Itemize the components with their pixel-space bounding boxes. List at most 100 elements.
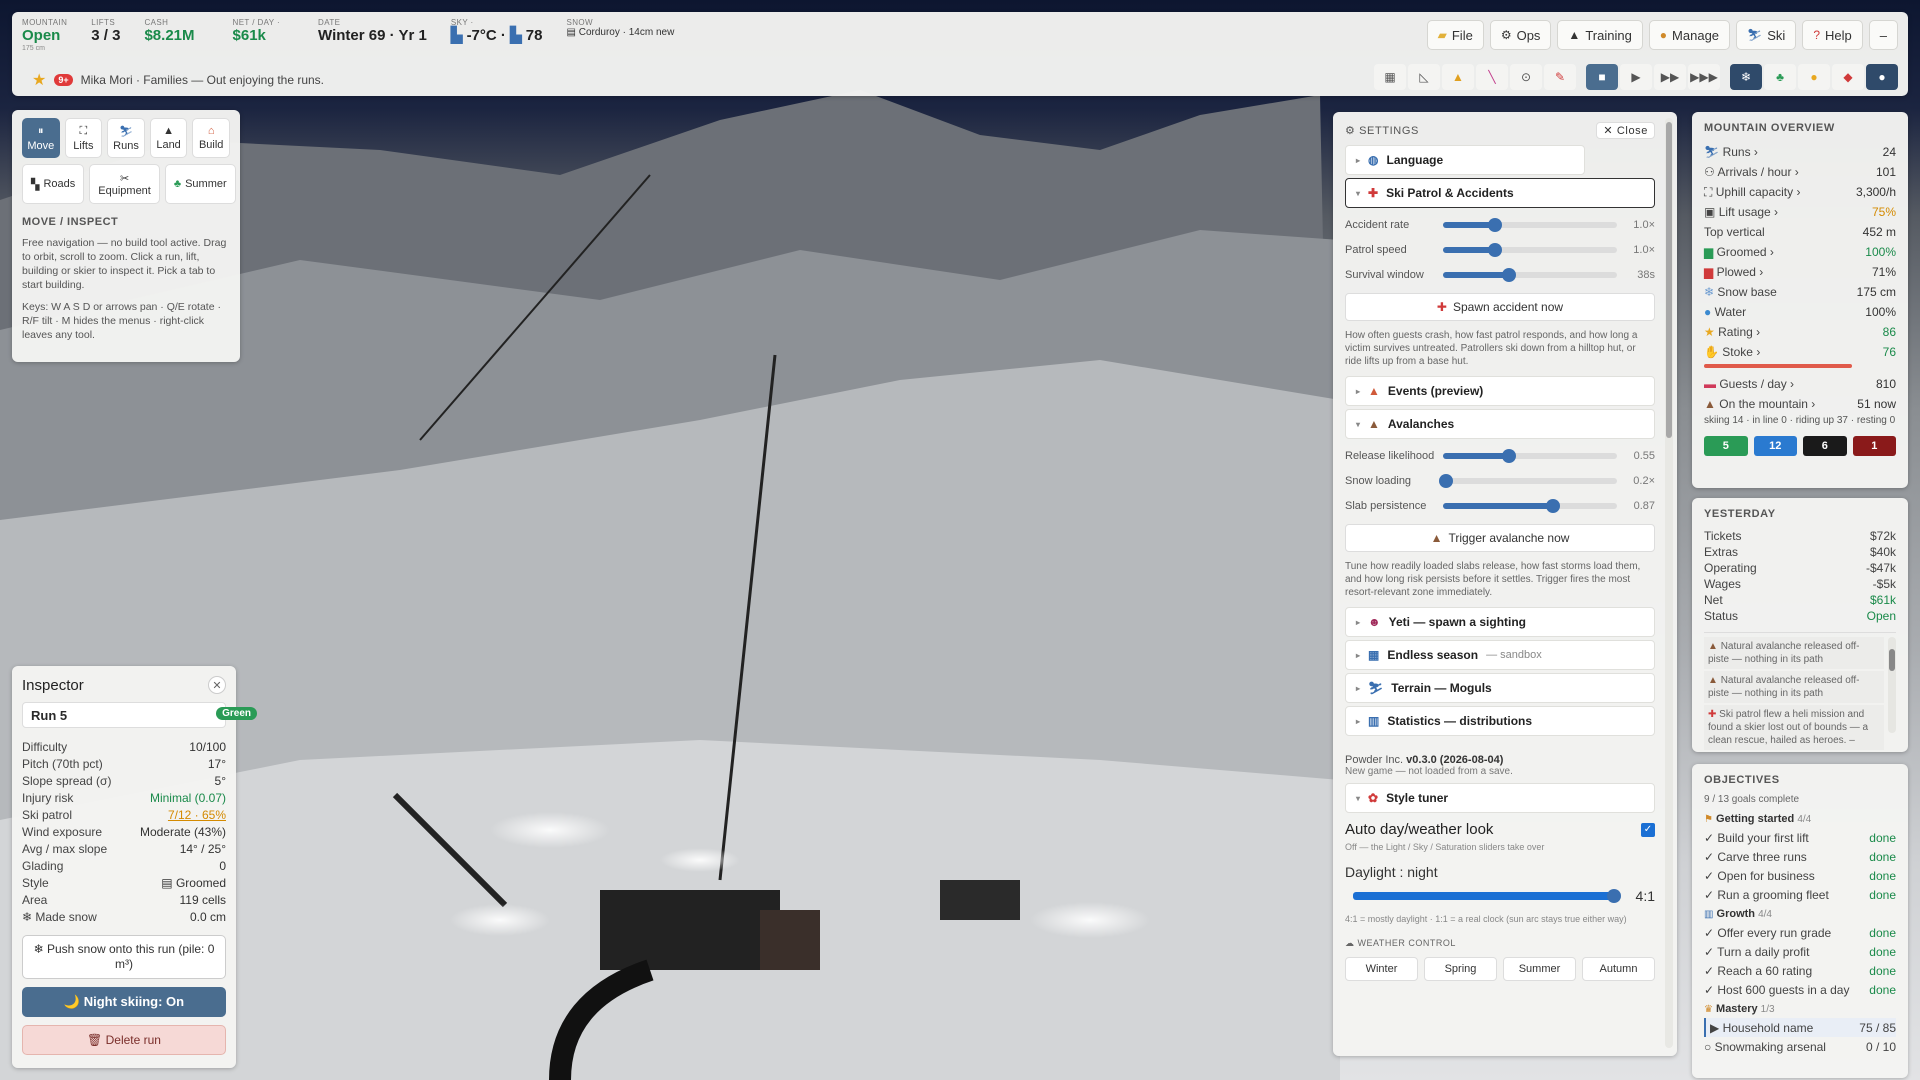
section-yeti[interactable]: ▸ ☻ Yeti — spawn a sighting [1345, 607, 1655, 637]
slider-knob[interactable] [1502, 267, 1517, 282]
stat-mountain[interactable]: MOUNTAIN Open 175 cm [22, 18, 67, 52]
slider-survival-window[interactable]: Survival window 38s [1345, 262, 1655, 287]
pause-button[interactable]: ■ [1586, 64, 1618, 90]
night-skiing-toggle[interactable]: 🌙 Night skiing: On [22, 987, 226, 1017]
settings-scrollbar[interactable] [1665, 118, 1673, 1048]
overview-row-on-mountain[interactable]: ▲ On the mountain › 51 now [1704, 394, 1896, 414]
tool-lifts[interactable]: ⛶ Lifts [64, 118, 103, 158]
overview-row-uphill[interactable]: ⛶ Uphill capacity › 3,300/h [1704, 182, 1896, 202]
night-toggle-icon[interactable]: ● [1866, 64, 1898, 90]
stat-net[interactable]: NET / DAY · $61k [233, 18, 281, 45]
section-style-tuner[interactable]: ▾ ✿ Style tuner [1345, 783, 1655, 813]
daylight-slider[interactable]: 4:1 [1345, 888, 1655, 904]
auto-look-checkbox[interactable]: ✓ [1641, 822, 1655, 837]
season-spring-button[interactable]: Spring [1424, 957, 1497, 981]
season-autumn-button[interactable]: Autumn [1582, 957, 1655, 981]
slider-track[interactable] [1443, 217, 1617, 232]
slider-release[interactable]: Release likelihood 0.55 [1345, 443, 1655, 468]
delete-run-button[interactable]: 🗑 Delete run [22, 1025, 226, 1055]
overview-row-guests[interactable]: ▬ Guests / day › 810 [1704, 374, 1896, 394]
tool-summer[interactable]: ♣ Summer [164, 164, 236, 204]
slider-track[interactable] [1439, 473, 1617, 488]
log-item[interactable]: ✚ Ski patrol flew a heli mission and fou… [1704, 705, 1884, 750]
overview-row-runs[interactable]: ⛷ Runs › 24 [1704, 142, 1896, 162]
section-language[interactable]: ▸ ◍ Language [1345, 145, 1585, 175]
stat-date[interactable]: DATE Winter 69 · Yr 1 [318, 18, 427, 45]
slider-knob[interactable] [1545, 498, 1560, 513]
tool-build[interactable]: ⌂ Build [192, 118, 230, 158]
slider-track[interactable] [1353, 889, 1622, 903]
lodge-building[interactable] [600, 890, 780, 970]
tool-runs[interactable]: ⛷ Runs [107, 118, 145, 158]
menu-training[interactable]: ▲ Training [1557, 20, 1643, 50]
notification[interactable]: ★ 9+ Mika Mori · Families — Out enjoying… [32, 70, 324, 90]
overview-row-groomed[interactable]: ▆ Groomed › 100% [1704, 242, 1896, 262]
settings-close-button[interactable]: ✕ Close [1596, 122, 1655, 139]
slider-knob[interactable] [1607, 889, 1622, 903]
slider-track[interactable] [1443, 242, 1617, 257]
log-scrollbar[interactable] [1888, 637, 1896, 733]
push-snow-button[interactable]: ❄ Push snow onto this run (pile: 0 m³) [22, 935, 226, 979]
close-icon[interactable]: ✕ [208, 676, 226, 694]
log-item[interactable]: ▲ Natural avalanche released off-piste —… [1704, 637, 1884, 669]
slider-knob[interactable] [1488, 217, 1503, 232]
play-button[interactable]: ▶ [1620, 64, 1652, 90]
overview-row-arrivals[interactable]: ⚇ Arrivals / hour › 101 [1704, 162, 1896, 182]
overview-row-stoke[interactable]: ✋ Stoke › 76 [1704, 342, 1896, 362]
menu-ops[interactable]: ⚙ Ops [1489, 20, 1552, 50]
auto-look-row[interactable]: Auto day/weather look ✓ [1345, 821, 1655, 838]
double-black-count-badge[interactable]: 1 [1852, 436, 1896, 456]
stat-cash[interactable]: CASH $8.21M [144, 18, 194, 45]
fast-button[interactable]: ▶▶ [1654, 64, 1686, 90]
menu-manage[interactable]: ● Manage [1648, 20, 1731, 50]
menu-ski[interactable]: ⛷ Ski [1736, 20, 1797, 50]
log-scroll-thumb[interactable] [1889, 649, 1895, 671]
event-log[interactable]: ▲ Natural avalanche released off-piste —… [1704, 632, 1896, 750]
slider-snow-loading[interactable]: Snow loading 0.2× [1345, 468, 1655, 493]
tool-move[interactable]: ⏸ Move [22, 118, 60, 158]
trees-toggle-icon[interactable]: ♣ [1764, 64, 1796, 90]
lodge-building[interactable] [760, 910, 820, 970]
run-name-field[interactable]: Run 5 Green [22, 702, 257, 728]
spawn-accident-button[interactable]: ✚ Spawn accident now [1345, 293, 1655, 321]
ski-patrol-link[interactable]: 7/12 · 65% [168, 808, 226, 822]
section-avalanches[interactable]: ▾ ▲ Avalanches [1345, 409, 1655, 439]
stat-lifts[interactable]: LIFTS 3 / 3 [91, 18, 120, 45]
target-icon[interactable]: ⊙ [1510, 64, 1542, 90]
section-events[interactable]: ▸ ▲ Events (preview) [1345, 376, 1655, 406]
lift-icon[interactable]: ╲ [1476, 64, 1508, 90]
slider-accident-rate[interactable]: Accident rate 1.0× [1345, 212, 1655, 237]
green-count-badge[interactable]: 5 [1704, 436, 1748, 456]
season-winter-button[interactable]: Winter [1345, 957, 1418, 981]
warning-icon[interactable]: ▲ [1442, 64, 1474, 90]
layers-toggle-icon[interactable]: ◆ [1832, 64, 1864, 90]
stat-sky[interactable]: SKY · ▙ -7°C · ▙ 78 [451, 18, 543, 45]
section-endless[interactable]: ▸ ▦ Endless season — sandbox [1345, 640, 1655, 670]
tool-equipment[interactable]: ✂ Equipment [89, 164, 160, 204]
tool-land[interactable]: ▲ Land [149, 118, 188, 158]
slider-slab[interactable]: Slab persistence 0.87 [1345, 493, 1655, 518]
black-count-badge[interactable]: 6 [1803, 436, 1847, 456]
stat-snow[interactable]: SNOW ▤ Corduroy · 14cm new [566, 18, 674, 38]
slider-knob[interactable] [1439, 473, 1454, 488]
menu-help[interactable]: ? Help [1802, 20, 1863, 50]
section-ski-patrol[interactable]: ▾ ✚ Ski Patrol & Accidents [1345, 178, 1655, 208]
chart-icon[interactable]: ▦ [1374, 64, 1406, 90]
menu-file[interactable]: ▰ File [1426, 20, 1484, 50]
sun-toggle-icon[interactable]: ● [1798, 64, 1830, 90]
slider-track[interactable] [1443, 267, 1617, 282]
pencil-icon[interactable]: ✎ [1544, 64, 1576, 90]
slider-patrol-speed[interactable]: Patrol speed 1.0× [1345, 237, 1655, 262]
minimize-button[interactable]: – [1868, 20, 1898, 50]
section-terrain[interactable]: ▸ ⛷ Terrain — Moguls [1345, 673, 1655, 703]
lodge-building[interactable] [940, 880, 1020, 920]
blue-count-badge[interactable]: 12 [1753, 436, 1797, 456]
log-item[interactable]: ▲ Natural avalanche released off-piste —… [1704, 671, 1884, 703]
scrollbar-thumb[interactable] [1666, 122, 1672, 438]
snow-toggle-icon[interactable]: ❄ [1730, 64, 1762, 90]
overview-row-plowed[interactable]: ▆ Plowed › 71% [1704, 262, 1896, 282]
season-summer-button[interactable]: Summer [1503, 957, 1576, 981]
overview-row-rating[interactable]: ★ Rating › 86 [1704, 322, 1896, 342]
slider-knob[interactable] [1488, 242, 1503, 257]
objective-row-active[interactable]: ▶ Household name 75 / 85 [1704, 1018, 1896, 1037]
